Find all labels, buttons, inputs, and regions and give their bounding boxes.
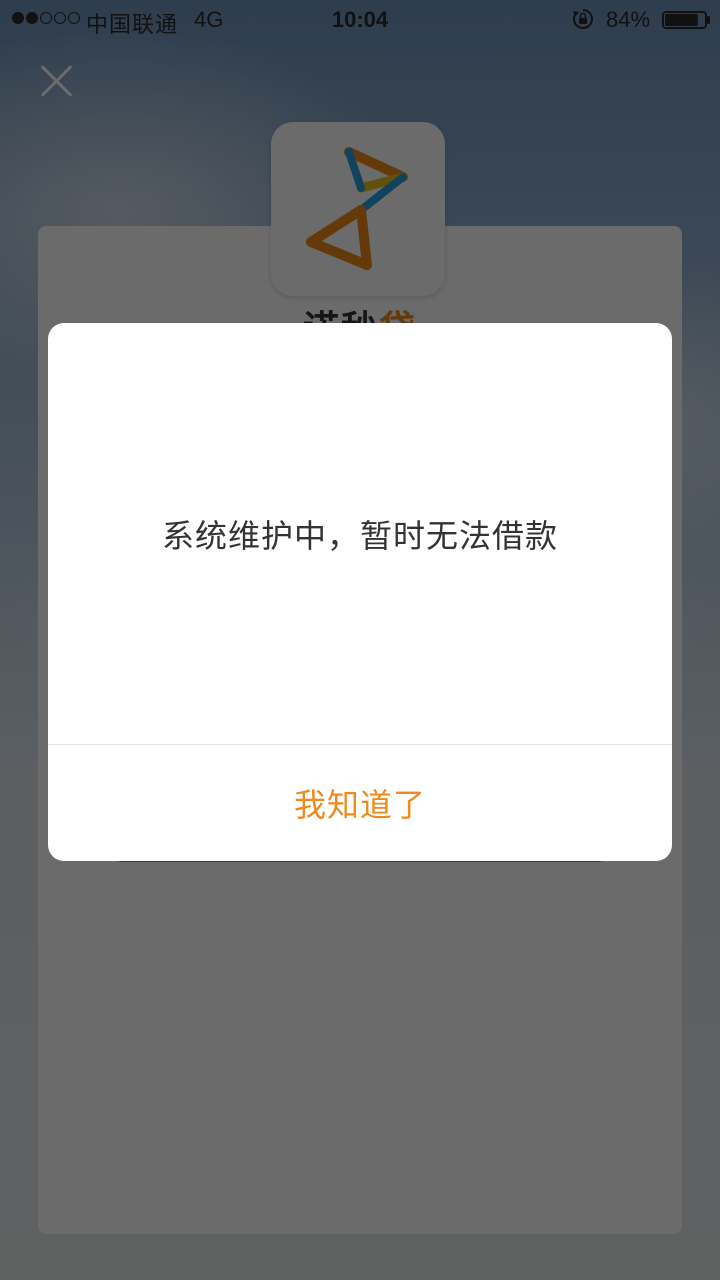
battery-icon	[662, 11, 710, 29]
dialog-message: 系统维护中，暂时无法借款	[161, 516, 558, 555]
acknowledge-button[interactable]: 我知道了	[48, 745, 672, 861]
battery-percent: 84%	[606, 7, 651, 32]
alert-dialog: 系统维护中，暂时无法借款 我知道了	[48, 323, 672, 861]
rotation-lock-icon	[573, 9, 593, 29]
status-bar: 中国联通 4G 10:04 84%	[0, 0, 720, 40]
